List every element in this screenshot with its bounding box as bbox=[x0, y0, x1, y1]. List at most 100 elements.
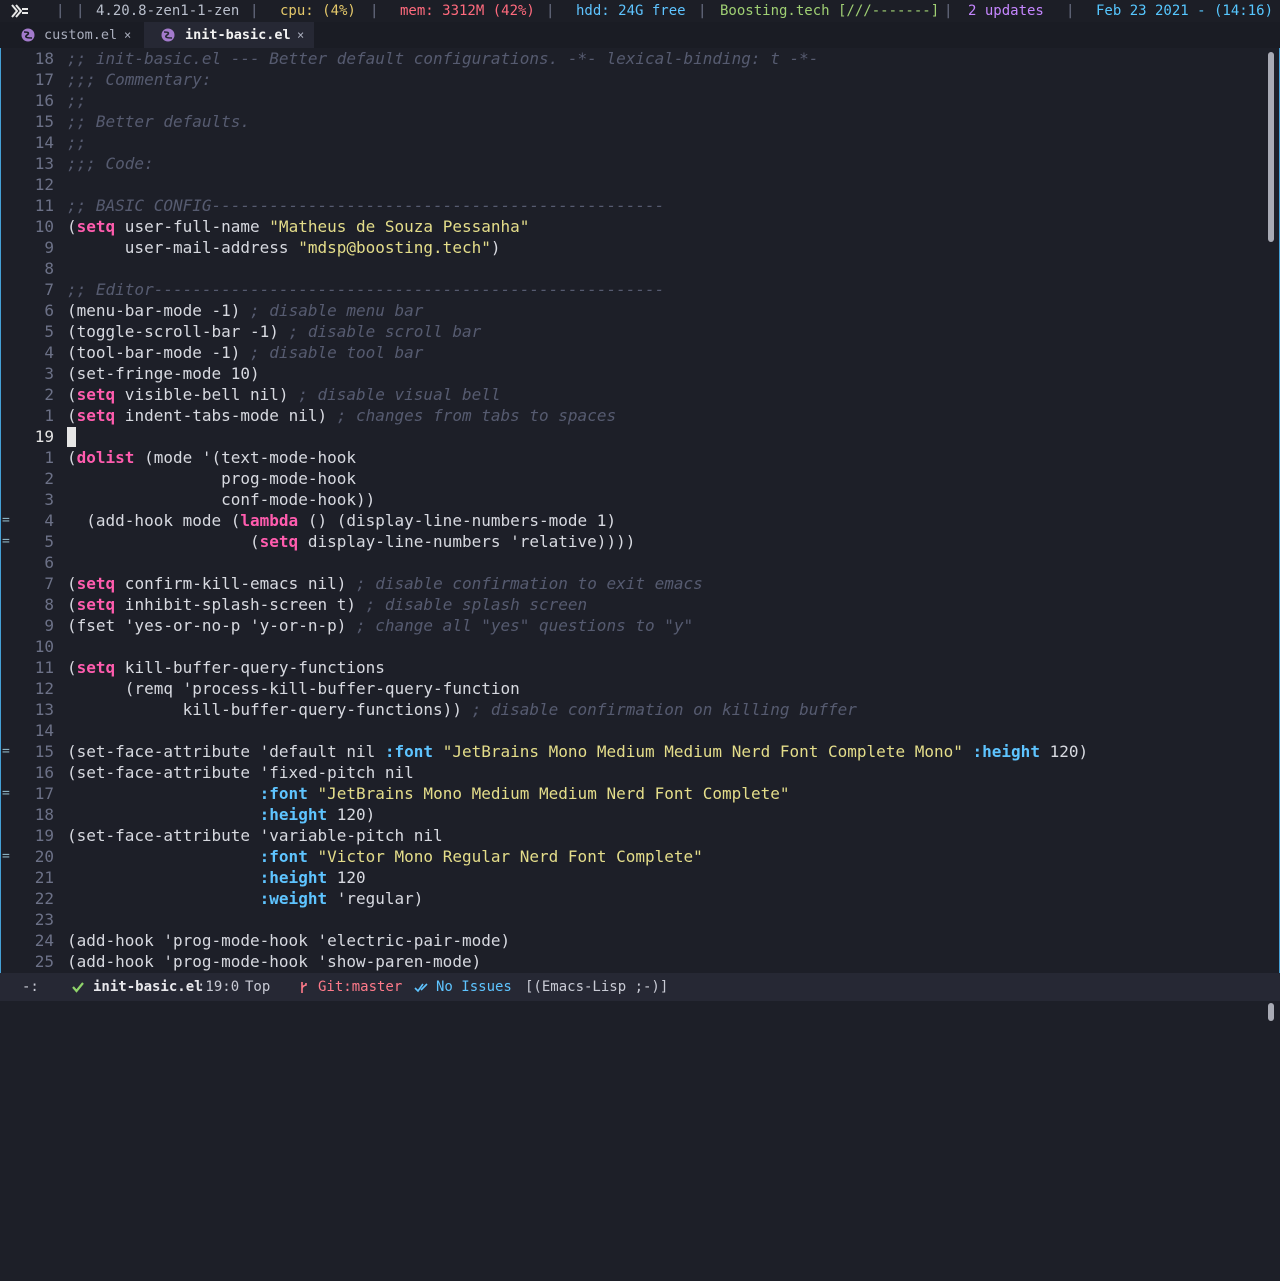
code-line[interactable]: 1 (setq indent-tabs-mode nil) ; changes f… bbox=[0, 405, 1266, 426]
code-text[interactable]: ;; Better defaults. bbox=[67, 111, 250, 132]
vcs-branch[interactable]: Git:master bbox=[318, 973, 402, 1001]
major-mode[interactable]: [(Emacs-Lisp ;-)] bbox=[525, 973, 668, 1001]
code-text[interactable]: kill-buffer-query-functions)) ; disable … bbox=[67, 699, 857, 720]
code-line[interactable]: 8 (setq inhibit-splash-screen t) ; disabl… bbox=[0, 594, 1266, 615]
code-line[interactable]: 12 bbox=[0, 174, 1266, 195]
code-line[interactable]: 14;; bbox=[0, 132, 1266, 153]
code-text[interactable]: user-mail-address "mdsp@boosting.tech") bbox=[67, 237, 501, 258]
code-line[interactable]: 9 user-mail-address "mdsp@boosting.tech"… bbox=[0, 237, 1266, 258]
tab-init-basic-el[interactable]: init-basic.el × bbox=[144, 22, 314, 48]
code-line[interactable]: = 5 (setq display-line-numbers 'relative)… bbox=[0, 531, 1266, 552]
tab-close-button[interactable]: × bbox=[297, 22, 304, 49]
code-line[interactable]: = 4 (add-hook mode (lambda () (display-li… bbox=[0, 510, 1266, 531]
code-line[interactable]: 2 (setq visible-bell nil) ; disable visua… bbox=[0, 384, 1266, 405]
code-line[interactable]: 3 (set-fringe-mode 10) bbox=[0, 363, 1266, 384]
code-text[interactable]: ;;; Code: bbox=[67, 153, 154, 174]
code-token: ( bbox=[67, 532, 260, 551]
code-line[interactable]: 22 :weight 'regular) bbox=[0, 888, 1266, 909]
code-text[interactable]: (add-hook 'prog-mode-hook 'show-paren-mo… bbox=[67, 951, 481, 972]
code-line[interactable]: 8 bbox=[0, 258, 1266, 279]
code-text[interactable]: ;;; Commentary: bbox=[67, 69, 212, 90]
code-text[interactable]: :height 120 bbox=[67, 867, 366, 888]
code-text[interactable]: :font "JetBrains Mono Medium Medium Nerd… bbox=[67, 783, 790, 804]
code-line[interactable]: 4 (tool-bar-mode -1) ; disable tool bar bbox=[0, 342, 1266, 363]
code-text[interactable]: conf-mode-hook)) bbox=[67, 489, 375, 510]
tab-close-button[interactable]: × bbox=[124, 22, 131, 49]
code-text[interactable]: (fset 'yes-or-no-p 'y-or-n-p) ; change a… bbox=[67, 615, 693, 636]
code-text[interactable]: prog-mode-hook bbox=[67, 468, 356, 489]
code-line[interactable]: = 20 :font "Victor Mono Regular Nerd Font… bbox=[0, 846, 1266, 867]
fringe-indicator: = bbox=[2, 534, 10, 549]
code-text[interactable]: (set-fringe-mode 10) bbox=[67, 363, 260, 384]
code-text[interactable]: ;; init-basic.el --- Better default conf… bbox=[67, 48, 818, 69]
code-text[interactable]: ;; bbox=[67, 132, 86, 153]
code-line[interactable]: 12 (remq 'process-kill-buffer-query-func… bbox=[0, 678, 1266, 699]
code-line[interactable]: 14 bbox=[0, 720, 1266, 741]
code-text[interactable]: (tool-bar-mode -1) ; disable tool bar bbox=[67, 342, 423, 363]
code-line[interactable]: 10 (setq user-full-name "Matheus de Souza… bbox=[0, 216, 1266, 237]
tab-custom-el[interactable]: custom.el × bbox=[14, 22, 142, 48]
fringe-indicator: = bbox=[2, 786, 10, 801]
code-text[interactable]: (setq kill-buffer-query-functions bbox=[67, 657, 385, 678]
code-line[interactable]: 16 (set-face-attribute 'fixed-pitch nil bbox=[0, 762, 1266, 783]
code-text[interactable]: (set-face-attribute 'fixed-pitch nil bbox=[67, 762, 414, 783]
code-text[interactable]: (add-hook mode (lambda () (display-line-… bbox=[67, 510, 616, 531]
code-text[interactable]: ;; Editor-------------------------------… bbox=[67, 279, 664, 300]
code-text[interactable]: (setq inhibit-splash-screen t) ; disable… bbox=[67, 594, 587, 615]
code-line[interactable]: 7 ;; Editor------------------------------… bbox=[0, 279, 1266, 300]
code-line[interactable]: 23 bbox=[0, 909, 1266, 930]
code-line[interactable]: 13 ;;; Code: bbox=[0, 153, 1266, 174]
code-line[interactable]: 15 ;; Better defaults. bbox=[0, 111, 1266, 132]
code-text[interactable]: :height 120) bbox=[67, 804, 376, 825]
code-line[interactable]: 19 (set-face-attribute 'variable-pitch ni… bbox=[0, 825, 1266, 846]
code-line[interactable]: 7 (setq confirm-kill-emacs nil) ; disable… bbox=[0, 573, 1266, 594]
code-line[interactable]: 21 :height 120 bbox=[0, 867, 1266, 888]
code-line[interactable]: 9 (fset 'yes-or-no-p 'y-or-n-p) ; change … bbox=[0, 615, 1266, 636]
editor-buffer[interactable]: 18;; init-basic.el --- Better default co… bbox=[0, 48, 1266, 972]
flycheck-status[interactable]: No Issues bbox=[436, 973, 512, 1001]
code-line[interactable]: 13 kill-buffer-query-functions)) ; disab… bbox=[0, 699, 1266, 720]
code-line[interactable]: 3 conf-mode-hook)) bbox=[0, 489, 1266, 510]
code-line[interactable]: 25 (add-hook 'prog-mode-hook 'show-paren-… bbox=[0, 951, 1266, 972]
code-line[interactable]: 11 ;; BASIC CONFIG-----------------------… bbox=[0, 195, 1266, 216]
code-line[interactable]: = 17 :font "JetBrains Mono Medium Medium … bbox=[0, 783, 1266, 804]
code-text[interactable]: ;; bbox=[67, 90, 86, 111]
code-line[interactable]: 2 prog-mode-hook bbox=[0, 468, 1266, 489]
code-text[interactable]: :weight 'regular) bbox=[67, 888, 424, 909]
code-line[interactable]: 18 :height 120) bbox=[0, 804, 1266, 825]
code-line[interactable]: 11 (setq kill-buffer-query-functions bbox=[0, 657, 1266, 678]
code-line[interactable]: 19 bbox=[0, 426, 1266, 447]
code-text[interactable]: (set-face-attribute 'default nil :font "… bbox=[67, 741, 1088, 762]
code-token: (mode '(text-mode-hook bbox=[134, 448, 356, 467]
scrollbar-thumb[interactable] bbox=[1268, 52, 1274, 242]
code-text[interactable]: (setq indent-tabs-mode nil) ; changes fr… bbox=[67, 405, 616, 426]
code-text[interactable]: (add-hook 'prog-mode-hook 'electric-pair… bbox=[67, 930, 510, 951]
code-text[interactable]: (dolist (mode '(text-mode-hook bbox=[67, 447, 356, 468]
code-text[interactable]: (setq confirm-kill-emacs nil) ; disable … bbox=[67, 573, 703, 594]
code-line[interactable]: 6 bbox=[0, 552, 1266, 573]
code-line[interactable]: 10 bbox=[0, 636, 1266, 657]
code-line[interactable]: 16;; bbox=[0, 90, 1266, 111]
code-text[interactable]: :font "Victor Mono Regular Nerd Font Com… bbox=[67, 846, 703, 867]
code-line[interactable]: 17 ;;; Commentary: bbox=[0, 69, 1266, 90]
code-line[interactable]: 1 (dolist (mode '(text-mode-hook bbox=[0, 447, 1266, 468]
keyword-token: setq bbox=[76, 574, 116, 593]
code-line[interactable]: = 15 (set-face-attribute 'default nil :fon… bbox=[0, 741, 1266, 762]
code-text[interactable] bbox=[67, 426, 76, 447]
code-line[interactable]: 24 (add-hook 'prog-mode-hook 'electric-pa… bbox=[0, 930, 1266, 951]
code-text[interactable]: (setq user-full-name "Matheus de Souza P… bbox=[67, 216, 529, 237]
code-text[interactable]: (setq display-line-numbers 'relative)))) bbox=[67, 531, 635, 552]
code-text[interactable]: (remq 'process-kill-buffer-query-functio… bbox=[67, 678, 520, 699]
buffer-name[interactable]: init-basic.el bbox=[93, 973, 203, 1001]
code-text[interactable]: (toggle-scroll-bar -1) ; disable scroll … bbox=[67, 321, 481, 342]
code-text[interactable]: (menu-bar-mode -1) ; disable menu bar bbox=[67, 300, 423, 321]
minibuffer[interactable] bbox=[0, 1001, 1280, 1023]
code-text[interactable]: (set-face-attribute 'variable-pitch nil bbox=[67, 825, 443, 846]
code-line[interactable]: 6 (menu-bar-mode -1) ; disable menu bar bbox=[0, 300, 1266, 321]
code-text[interactable]: (setq visible-bell nil) ; disable visual… bbox=[67, 384, 501, 405]
updates-count[interactable]: 2 updates bbox=[968, 0, 1044, 22]
comment-token: ; disable confirmation on killing buffer bbox=[471, 700, 857, 719]
code-text[interactable]: ;; BASIC CONFIG-------------------------… bbox=[67, 195, 664, 216]
code-line[interactable]: 5 (toggle-scroll-bar -1) ; disable scroll… bbox=[0, 321, 1266, 342]
code-line[interactable]: 18 ;; init-basic.el --- Better default co… bbox=[0, 48, 1266, 69]
